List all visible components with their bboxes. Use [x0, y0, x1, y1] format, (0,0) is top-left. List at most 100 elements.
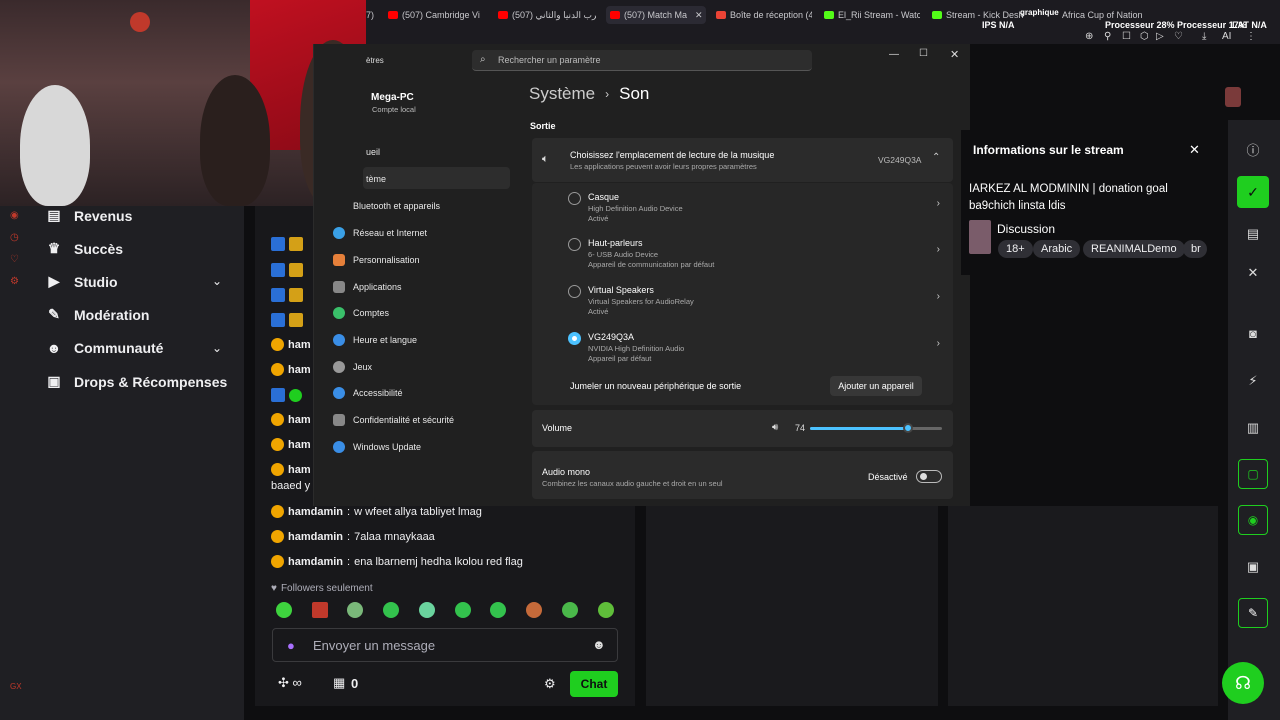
- browser-tab[interactable]: El_Rii Stream - Watc: [824, 6, 920, 24]
- nav-windows-update[interactable]: Windows Update: [333, 441, 421, 453]
- heart-icon[interactable]: ♡: [1174, 31, 1183, 42]
- emote-icon[interactable]: [419, 602, 435, 618]
- browser-tab[interactable]: (507) Cambridge Vi: [388, 6, 484, 24]
- info-icon[interactable]: ⓘ: [1240, 140, 1266, 160]
- close-icon[interactable]: ✕: [950, 48, 959, 61]
- chat-input[interactable]: ● Envoyer un message ☻: [272, 628, 618, 662]
- volume-slider[interactable]: [810, 423, 942, 433]
- stream-category[interactable]: Discussion: [997, 222, 1055, 236]
- browser-tab[interactable]: حرب الدنيا والثاني (507): [498, 6, 596, 24]
- close-icon[interactable]: ✕: [1240, 265, 1266, 285]
- radio-button[interactable]: [568, 285, 581, 298]
- extension-icon[interactable]: ⬡: [1140, 31, 1149, 42]
- nav-succes[interactable]: ♛ Succès: [46, 240, 123, 257]
- chevron-right-icon[interactable]: ›: [937, 198, 940, 209]
- chevron-right-icon[interactable]: ›: [937, 291, 940, 302]
- volume-icon[interactable]: 🔊︎: [772, 422, 778, 433]
- close-icon[interactable]: ✕: [1189, 142, 1200, 158]
- radio-button[interactable]: [568, 192, 581, 205]
- stream-tag[interactable]: Arabic: [1033, 240, 1081, 258]
- browser-tab[interactable]: 7): [366, 6, 378, 24]
- radio-button-selected[interactable]: [568, 332, 581, 345]
- nav-comptes[interactable]: Comptes: [333, 307, 389, 319]
- channel-points-icon[interactable]: ✣ ∞: [278, 675, 302, 691]
- checklist-icon[interactable]: ✓: [1237, 176, 1269, 208]
- nav-applications[interactable]: Applications: [333, 281, 402, 293]
- chat-send-button[interactable]: Chat: [570, 671, 618, 697]
- chevron-down-icon[interactable]: ⌄: [212, 274, 222, 288]
- stream-tag[interactable]: br: [1183, 240, 1207, 258]
- nav-confidentialite[interactable]: Confidentialité et sécurité: [333, 414, 454, 426]
- output-header-card[interactable]: 🔈︎ Choisissez l'emplacement de lecture d…: [532, 138, 953, 182]
- chat-username[interactable]: hamdamin: [288, 506, 343, 518]
- camera-icon[interactable]: ◙: [1240, 326, 1266, 346]
- microphone-icon[interactable]: ●: [287, 638, 295, 653]
- note-icon[interactable]: ▥: [1240, 420, 1266, 440]
- gear-icon[interactable]: ⚙: [544, 676, 556, 692]
- nav-communaute[interactable]: ☻ Communauté: [46, 340, 164, 356]
- nav-reseau[interactable]: Réseau et Internet: [333, 227, 427, 239]
- chat-username[interactable]: ham: [288, 464, 311, 476]
- browser-tab[interactable]: Boîte de réception (4: [716, 6, 812, 24]
- settings-search-input[interactable]: ⌕ Rechercher un paramètre: [472, 50, 812, 71]
- emote-icon[interactable]: [276, 602, 292, 618]
- chat-username[interactable]: ham: [288, 414, 311, 426]
- chat-bubble-icon[interactable]: ▢: [1238, 459, 1268, 489]
- headset-icon[interactable]: ☊: [1222, 662, 1264, 704]
- chat-username[interactable]: ham: [288, 339, 311, 351]
- mono-audio-toggle[interactable]: [916, 470, 942, 483]
- close-tab-icon[interactable]: ✕: [695, 10, 703, 21]
- chat-username[interactable]: ham: [288, 439, 311, 451]
- emote-icon[interactable]: [598, 602, 614, 618]
- nav-revenus[interactable]: ▤ Revenus: [46, 207, 132, 224]
- bookmark-icon[interactable]: ☐: [1122, 31, 1131, 42]
- layout-icon[interactable]: ▤: [1240, 226, 1266, 246]
- chevron-down-icon[interactable]: ⌄: [212, 341, 222, 355]
- pin-icon[interactable]: ⚲: [1104, 31, 1111, 42]
- chevron-right-icon[interactable]: ›: [937, 338, 940, 349]
- menu-icon[interactable]: ⋮: [1246, 31, 1256, 42]
- nav-heure-langue[interactable]: Heure et langue: [333, 334, 417, 346]
- wrench-icon[interactable]: ✎: [1238, 598, 1268, 628]
- breadcrumb-parent[interactable]: Système: [529, 84, 595, 104]
- nav-personnalisation[interactable]: Personnalisation: [333, 254, 420, 266]
- device-casque[interactable]: Casque High Definition Audio Device Acti…: [568, 192, 950, 226]
- broadcast-icon[interactable]: ◉: [1238, 505, 1268, 535]
- device-vg249q3a[interactable]: VG249Q3A NVIDIA High Definition Audio Ap…: [568, 332, 950, 366]
- play-icon[interactable]: ▷: [1156, 31, 1164, 42]
- nav-accessibilite[interactable]: Accessibilité: [333, 387, 403, 399]
- avatar[interactable]: [1225, 87, 1241, 107]
- nav-moderation[interactable]: ✎ Modération: [46, 306, 149, 323]
- emote-icon[interactable]: [383, 602, 399, 618]
- emote-icon[interactable]: [312, 602, 328, 618]
- device-haut-parleurs[interactable]: Haut-parleurs 6- USB Audio Device Appare…: [568, 238, 950, 272]
- minimize-icon[interactable]: —: [889, 49, 899, 60]
- stream-tag[interactable]: REANIMALDemo: [1083, 240, 1185, 258]
- emote-icon[interactable]: [347, 602, 363, 618]
- emote-icon[interactable]: [490, 602, 506, 618]
- emote-icon[interactable]: [526, 602, 542, 618]
- emote-icon[interactable]: [562, 602, 578, 618]
- browser-tab-active[interactable]: (507) Match Ma ✕: [606, 6, 706, 24]
- nav-bluetooth[interactable]: Bluetooth et appareils: [353, 201, 440, 211]
- maximize-icon[interactable]: ☐: [919, 48, 928, 59]
- shop-icon[interactable]: ▦: [333, 675, 345, 691]
- download-icon[interactable]: ⤓: [1202, 31, 1206, 42]
- nav-accueil[interactable]: ueil: [366, 147, 380, 157]
- device-virtual-speakers[interactable]: Virtual Speakers Virtual Speakers for Au…: [568, 285, 950, 319]
- chat-username[interactable]: ham: [288, 364, 311, 376]
- chevron-up-icon[interactable]: ⌃: [932, 152, 940, 163]
- emoji-icon[interactable]: ☻: [592, 637, 606, 652]
- nav-systeme[interactable]: tème: [366, 174, 386, 184]
- browser-tab[interactable]: Stream - Kick Desh: [932, 6, 1030, 24]
- chevron-right-icon[interactable]: ›: [937, 244, 940, 255]
- zoom-icon[interactable]: ⊕: [1085, 31, 1093, 42]
- volume-slider-thumb[interactable]: [902, 423, 913, 433]
- chat-username[interactable]: hamdamin: [288, 556, 343, 568]
- ai-icon[interactable]: AI: [1222, 31, 1231, 42]
- emote-icon[interactable]: [455, 602, 471, 618]
- category-thumbnail[interactable]: [969, 220, 991, 254]
- nav-studio[interactable]: ▶ Studio: [46, 273, 118, 290]
- radio-button[interactable]: [568, 238, 581, 251]
- nav-drops[interactable]: ▣ Drops & Récompenses: [46, 373, 227, 390]
